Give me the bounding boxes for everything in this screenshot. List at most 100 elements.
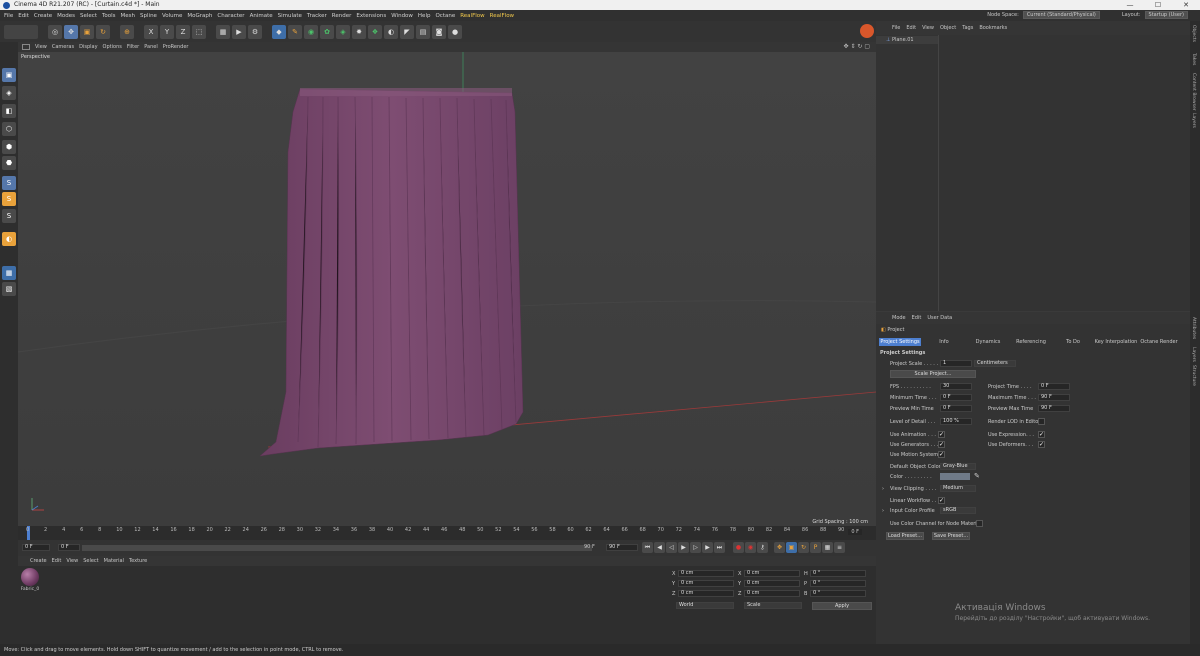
live-selection-icon[interactable]: ◎ <box>48 24 62 39</box>
camera-icon[interactable]: ◐ <box>384 24 398 39</box>
goto-start-icon[interactable]: ⏮ <box>642 542 653 553</box>
pen-spline-icon[interactable]: ✎ <box>288 24 302 39</box>
perspective-viewport[interactable]: Perspective Grid Spacing : 100 cm <box>18 52 876 526</box>
project-scale-unit-dropdown[interactable]: Centimeters <box>974 360 1016 367</box>
use-generators-checkbox[interactable]: ✓ <box>938 441 945 448</box>
key-rotation-icon[interactable]: ↻ <box>798 542 809 553</box>
viewport-menu-options[interactable]: Options <box>103 44 122 50</box>
viewport-menu-view[interactable]: View <box>35 44 47 50</box>
attr-menu-mode[interactable]: Mode <box>892 315 906 321</box>
material-item[interactable]: Fabric_0 <box>20 568 40 592</box>
tab-to-do[interactable]: To Do <box>1052 338 1094 346</box>
record-icon[interactable]: ● <box>733 542 744 553</box>
light-bulb-icon[interactable]: ● <box>448 24 462 39</box>
next-key-icon[interactable]: ▶ <box>702 542 713 553</box>
coordinate-system-icon[interactable]: ⬚ <box>192 24 206 39</box>
key-pla-icon[interactable]: ▦ <box>822 542 833 553</box>
recent-tools-icon[interactable]: ⊕ <box>120 24 134 39</box>
solo-icon[interactable]: S <box>2 192 16 206</box>
side-tab-attributes[interactable]: Attributes <box>1191 317 1196 339</box>
attr-menu-user-data[interactable]: User Data <box>927 315 952 321</box>
color-swatch[interactable] <box>940 473 970 480</box>
next-frame-icon[interactable]: ▷ <box>690 542 701 553</box>
render-lod-checkbox[interactable] <box>1038 418 1045 425</box>
points-mode-icon[interactable]: ⬡ <box>2 122 16 136</box>
project-time-field[interactable]: 0 F <box>1038 383 1070 390</box>
menu-help[interactable]: Help <box>418 13 431 19</box>
input-color-expand-icon[interactable]: › <box>882 508 884 514</box>
coord-value-field[interactable]: 0 cm <box>678 590 734 597</box>
tag-icon[interactable]: ◤ <box>400 24 414 39</box>
use-motion-checkbox[interactable]: ✓ <box>938 451 945 458</box>
apply-button[interactable]: Apply <box>812 602 872 610</box>
coord-value-field[interactable]: 0 cm <box>678 580 734 587</box>
light-camera-icon[interactable]: ◙ <box>432 24 446 39</box>
object-menu-tags[interactable]: Tags <box>962 25 973 31</box>
material-menu-view[interactable]: View <box>66 558 78 564</box>
model-mode-icon[interactable]: ◈ <box>2 86 16 100</box>
project-scale-field[interactable]: 1 <box>940 360 972 367</box>
render-settings-icon[interactable]: ⚙ <box>248 24 262 39</box>
preview-max-field[interactable]: 90 F <box>1038 405 1070 412</box>
max-time-field[interactable]: 90 F <box>1038 394 1070 401</box>
close-button[interactable]: ✕ <box>1172 0 1200 10</box>
subdivision-icon[interactable]: ◉ <box>304 24 318 39</box>
menu-render[interactable]: Render <box>332 13 352 19</box>
texture-mode-icon[interactable]: ◧ <box>2 104 16 118</box>
max-frame-field[interactable]: 90 F <box>606 544 638 551</box>
key-scale-icon[interactable]: ▣ <box>786 542 797 553</box>
menu-tracker[interactable]: Tracker <box>307 13 327 19</box>
viewport-menu-cameras[interactable]: Cameras <box>52 44 74 50</box>
material-menu-material[interactable]: Material <box>104 558 124 564</box>
coord-value-field[interactable]: 0 cm <box>678 570 734 577</box>
menu-window[interactable]: Window <box>391 13 413 19</box>
side-tab-objects[interactable]: Objects <box>1191 25 1196 42</box>
prev-frame-icon[interactable]: ◁ <box>666 542 677 553</box>
viewport-menu-prorender[interactable]: ProRender <box>163 44 189 50</box>
use-deformers-checkbox[interactable]: ✓ <box>1038 441 1045 448</box>
layout-dropdown[interactable]: Startup (User) <box>1144 11 1188 19</box>
coord-value-field[interactable]: 0 cm <box>744 570 800 577</box>
keyframe-selection-icon[interactable]: ⚷ <box>757 542 768 553</box>
min-time-field[interactable]: 0 F <box>940 394 972 401</box>
minimize-button[interactable]: — <box>1116 0 1144 10</box>
edges-mode-icon[interactable]: ⬢ <box>2 140 16 154</box>
material-menu-edit[interactable]: Edit <box>52 558 62 564</box>
material-menu-texture[interactable]: Texture <box>129 558 147 564</box>
view-clipping-expand-icon[interactable]: › <box>882 486 884 492</box>
color-picker-icon[interactable]: ✎ <box>974 472 980 480</box>
x-axis-icon[interactable]: X <box>144 24 158 39</box>
floor-icon[interactable]: ▤ <box>416 24 430 39</box>
coord-value-field[interactable]: 0 ° <box>810 590 866 597</box>
menu-file[interactable]: File <box>4 13 13 19</box>
snap-icon[interactable]: S <box>2 176 16 190</box>
tab-info[interactable]: Info <box>922 338 966 346</box>
scene-icon[interactable]: ❖ <box>368 24 382 39</box>
menu-mesh[interactable]: Mesh <box>121 13 135 19</box>
coord-size-dropdown[interactable]: Scale <box>744 602 802 609</box>
menu-simulate[interactable]: Simulate <box>278 13 302 19</box>
move-tool-icon[interactable]: ✥ <box>64 24 78 39</box>
side-tab-layers[interactable]: Layers <box>1191 113 1196 128</box>
tab-key-interpolation[interactable]: Key Interpolation <box>1094 338 1138 346</box>
viewport-menu-display[interactable]: Display <box>79 44 97 50</box>
side-tab-takes[interactable]: Takes <box>1191 53 1196 65</box>
side-tab-content-browser[interactable]: Content Browser <box>1191 73 1196 111</box>
y-axis-icon[interactable]: Y <box>160 24 174 39</box>
fps-field[interactable]: 30 <box>940 383 972 390</box>
deformer-icon[interactable]: ◈ <box>336 24 350 39</box>
object-menu-bookmarks[interactable]: Bookmarks <box>979 25 1007 31</box>
viewport-menu-filter[interactable]: Filter <box>127 44 139 50</box>
rotate-tool-icon[interactable]: ↻ <box>96 24 110 39</box>
cube-primitive-icon[interactable]: ◆ <box>272 24 286 39</box>
menu-animate[interactable]: Animate <box>250 13 273 19</box>
material-menu-create[interactable]: Create <box>30 558 47 564</box>
maximize-button[interactable]: ☐ <box>1144 0 1172 10</box>
linear-workflow-checkbox[interactable]: ✓ <box>938 497 945 504</box>
coord-value-field[interactable]: 0 ° <box>810 570 866 577</box>
attr-menu-edit[interactable]: Edit <box>912 315 922 321</box>
tab-octane-render[interactable]: Octane Render <box>1138 338 1180 346</box>
octane-icon[interactable] <box>860 24 874 38</box>
object-row[interactable]: ⊥ Plane.01 <box>876 36 938 44</box>
z-axis-icon[interactable]: Z <box>176 24 190 39</box>
